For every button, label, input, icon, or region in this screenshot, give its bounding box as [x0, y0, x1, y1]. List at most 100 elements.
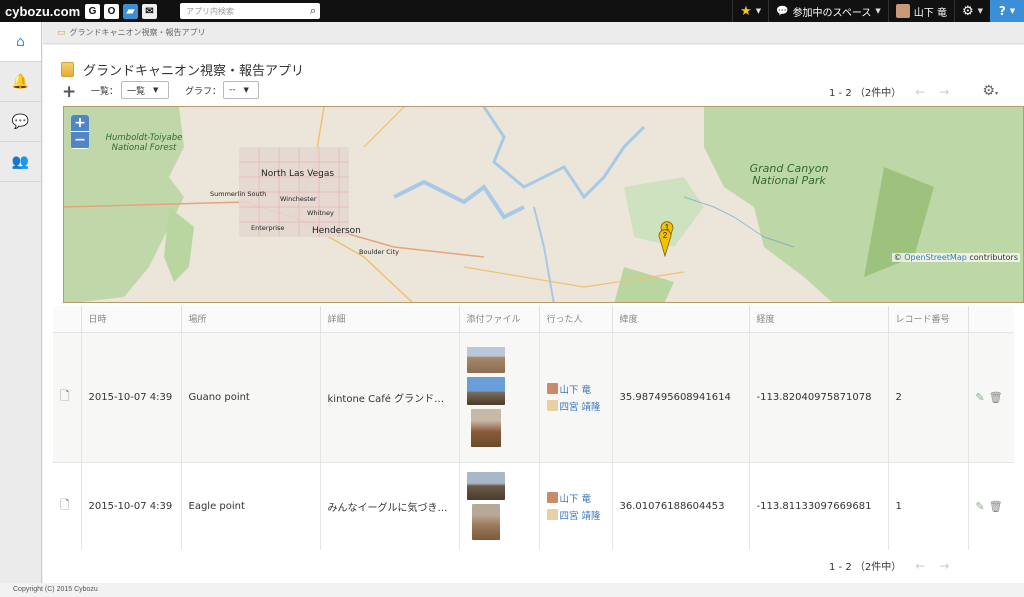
- home-icon[interactable]: ⌂: [0, 22, 41, 62]
- user-link[interactable]: 四宮 靖隆: [546, 508, 612, 522]
- graph-select[interactable]: -- ▼: [223, 81, 259, 99]
- cell-datetime: 2015-10-07 4:39: [81, 331, 182, 462]
- search-placeholder: アプリ内検索: [186, 6, 234, 16]
- col-header-latitude[interactable]: 緯度: [612, 306, 750, 332]
- map-marker-2[interactable]: 2: [658, 227, 672, 261]
- cell-people: 山下 竜 四宮 靖隆: [539, 331, 613, 462]
- map-label-boulder-city: Boulder City: [359, 248, 399, 256]
- map-label-summerlin: Summerlin South: [210, 190, 267, 198]
- cell-longitude: -113.82040975871078: [749, 331, 889, 462]
- star-icon: ★: [740, 3, 752, 19]
- cell-detail: kintone Café グランド…: [320, 331, 460, 462]
- message-icon[interactable]: 💬: [0, 102, 41, 142]
- map-canvas: [64, 107, 1023, 302]
- prev-arrow-icon[interactable]: ←: [915, 559, 925, 573]
- breadcrumb: ▭ グランドキャニオン視察・報告アプリ: [43, 22, 1024, 44]
- cell-record-number: 2: [888, 331, 969, 462]
- svg-text:2: 2: [663, 231, 668, 240]
- chat-icon: 💬: [776, 5, 789, 17]
- cell-longitude: -113.81133097669681: [749, 461, 889, 550]
- user-menu[interactable]: 山下 竜: [889, 0, 954, 22]
- map-label-henderson: Henderson: [312, 226, 361, 236]
- cell-attachments: [459, 331, 540, 462]
- main-content: グランドキャニオン視察・報告アプリ + 一覧： 一覧 ▼ グラフ： -- ▼ 1 -…: [43, 45, 1024, 583]
- table-header-row: 日時 場所 詳細 添付ファイル 行った人 緯度 経度 レコード番号: [53, 306, 1014, 332]
- map-label-enterprise: Enterprise: [251, 224, 285, 232]
- edit-icon[interactable]: ✎: [976, 391, 985, 404]
- record-detail-icon[interactable]: 🗋: [60, 498, 70, 512]
- map-label-grand-canyon: Grand Canyon National Park: [749, 162, 829, 187]
- breadcrumb-app-link[interactable]: グランドキャニオン視察・報告アプリ: [70, 27, 206, 38]
- col-header-longitude[interactable]: 経度: [749, 306, 889, 332]
- mailwise-icon[interactable]: ✉: [142, 3, 157, 19]
- add-record-button[interactable]: +: [62, 82, 76, 102]
- record-detail-icon[interactable]: 🗋: [60, 389, 70, 403]
- cell-latitude: 35.987495608941614: [612, 331, 750, 462]
- app-settings-gear-icon[interactable]: ⚙▾: [982, 83, 998, 99]
- openstreetmap-link[interactable]: OpenStreetMap: [904, 253, 967, 262]
- col-header-attachment[interactable]: 添付ファイル: [459, 306, 540, 332]
- edit-icon[interactable]: ✎: [976, 500, 985, 513]
- app-search-input[interactable]: アプリ内検索 ⌕: [180, 3, 320, 19]
- trash-icon[interactable]: 🗑: [989, 500, 1003, 513]
- col-header-datetime[interactable]: 日時: [81, 306, 182, 332]
- search-icon[interactable]: ⌕: [310, 4, 316, 18]
- col-header-place[interactable]: 場所: [181, 306, 321, 332]
- prev-arrow-icon[interactable]: ←: [915, 85, 925, 99]
- attachment-thumbnail[interactable]: [471, 504, 500, 541]
- graph-label: グラフ：: [185, 87, 222, 97]
- attachment-thumbnail[interactable]: [466, 347, 505, 373]
- avatar: [895, 4, 910, 18]
- footer-copyright: Copyright (C) 2015 Cybozu: [0, 583, 1024, 594]
- map-label-forest: Humboldt-Toiyabe National Forest: [105, 133, 183, 153]
- page-title: グランドキャニオン視察・報告アプリ: [61, 60, 304, 79]
- people-icon[interactable]: 👥: [0, 142, 41, 182]
- zoom-in-button[interactable]: +: [71, 115, 89, 132]
- cell-latitude: 36.01076188604453: [612, 461, 750, 550]
- map-zoom-control: + −: [71, 115, 89, 149]
- kintone-icon[interactable]: ▰: [123, 3, 138, 19]
- zoom-out-button[interactable]: −: [71, 132, 89, 149]
- gear-icon: ⚙: [961, 3, 974, 19]
- help-button[interactable]: ? ▼: [990, 0, 1024, 22]
- settings-menu[interactable]: ⚙ ▼: [955, 0, 990, 22]
- bell-icon[interactable]: 🔔: [0, 62, 41, 102]
- next-arrow-icon[interactable]: →: [939, 85, 949, 99]
- attachment-thumbnail[interactable]: [466, 472, 505, 501]
- user-link[interactable]: 山下 竜: [546, 491, 612, 505]
- cell-detail: みんなイーグルに気づき…: [320, 461, 460, 550]
- user-link[interactable]: 四宮 靖隆: [546, 399, 612, 413]
- favorites-menu[interactable]: ★ ▼: [733, 0, 768, 22]
- office-icon[interactable]: O: [104, 3, 119, 19]
- cell-attachments: [459, 461, 540, 550]
- col-header-people[interactable]: 行った人: [539, 306, 613, 332]
- garoon-icon[interactable]: G: [85, 3, 100, 19]
- map-view[interactable]: + − Humboldt-Toiyabe National Forest Nor…: [63, 106, 1024, 303]
- spaces-menu[interactable]: 💬 参加中のスペース ▼: [769, 0, 888, 22]
- cell-record-number: 1: [888, 461, 969, 550]
- table-row[interactable]: 🗋 2015-10-07 4:39 Eagle point みんなイーグルに気づ…: [53, 461, 1014, 550]
- col-header-detail[interactable]: 詳細: [320, 306, 460, 332]
- trash-icon[interactable]: 🗑: [989, 391, 1003, 404]
- sidebar: ⌂ 🔔 💬 👥: [0, 22, 42, 594]
- attachment-thumbnail[interactable]: [470, 409, 501, 447]
- next-arrow-icon[interactable]: →: [939, 559, 949, 573]
- cell-place: Eagle point: [181, 461, 321, 550]
- avatar: [546, 509, 558, 521]
- map-label-winchester: Winchester: [280, 195, 317, 203]
- col-header-record-number[interactable]: レコード番号: [888, 306, 969, 332]
- view-label: 一覧：: [91, 87, 119, 97]
- app-icon: [61, 62, 74, 77]
- view-select[interactable]: 一覧 ▼: [121, 81, 169, 99]
- map-attribution: © OpenStreetMap contributors: [891, 253, 1020, 262]
- attachment-thumbnail[interactable]: [466, 377, 505, 405]
- top-bar: cybozu.com G O ▰ ✉ アプリ内検索 ⌕ ★ ▼ 💬 参加中のスペース…: [0, 0, 1024, 22]
- user-link[interactable]: 山下 竜: [546, 382, 612, 396]
- cell-people: 山下 竜 四宮 靖隆: [539, 461, 613, 550]
- cell-datetime: 2015-10-07 4:39: [81, 461, 182, 550]
- records-table: 日時 場所 詳細 添付ファイル 行った人 緯度 経度 レコード番号 🗋 2015…: [53, 306, 1014, 550]
- table-row[interactable]: 🗋 2015-10-07 4:39 Guano point kintone Ca…: [53, 331, 1014, 462]
- folder-icon: ▭: [57, 27, 66, 38]
- map-label-north-las-vegas: North Las Vegas: [261, 169, 335, 179]
- cybozu-logo[interactable]: cybozu.com: [5, 4, 85, 19]
